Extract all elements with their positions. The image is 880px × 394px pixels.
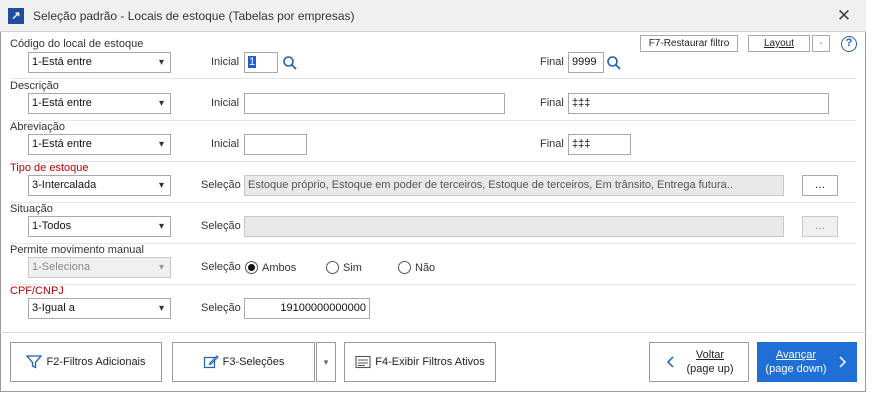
codigo-label: Código do local de estoque bbox=[10, 38, 144, 50]
radio-ambos-label: Ambos bbox=[262, 262, 297, 274]
tipo-estoque-selecao-label: Seleção bbox=[201, 179, 241, 191]
search-icon[interactable] bbox=[606, 55, 622, 71]
avancar-button[interactable]: Avançar (page down) bbox=[757, 342, 857, 382]
selecoes-label: F3-Seleções bbox=[222, 356, 285, 368]
separator bbox=[10, 202, 856, 203]
separator bbox=[10, 161, 856, 162]
radio-nao-label: Não bbox=[415, 262, 436, 274]
chevron-down-icon: ▾ bbox=[158, 180, 164, 191]
layout-label: Layout bbox=[763, 38, 795, 49]
chevron-down-icon: ▾ bbox=[158, 98, 164, 109]
abreviacao-final-label: Final bbox=[540, 138, 564, 150]
separator bbox=[10, 284, 856, 285]
cpf-cnpj-operator-value: 3-Igual a bbox=[32, 302, 75, 314]
tipo-estoque-label: Tipo de estoque bbox=[10, 162, 89, 174]
radio-nao[interactable] bbox=[398, 261, 411, 274]
abreviacao-operator-value: 1-Está entre bbox=[32, 138, 92, 150]
filtros-adicionais-button[interactable]: F2-Filtros Adicionais bbox=[10, 342, 162, 382]
situacao-operator-select[interactable]: 1-Todos ▾ bbox=[28, 216, 171, 237]
tipo-estoque-operator-value: 3-Intercalada bbox=[32, 179, 97, 191]
movimento-selecao-label: Seleção bbox=[201, 261, 241, 273]
chevron-down-icon: ▾ bbox=[158, 57, 164, 68]
chevron-right-icon bbox=[839, 356, 846, 368]
voltar-sublabel: (page up) bbox=[686, 363, 734, 375]
tipo-estoque-operator-select[interactable]: 3-Intercalada ▾ bbox=[28, 175, 171, 196]
help-icon[interactable]: ? bbox=[841, 36, 857, 52]
descricao-operator-value: 1-Está entre bbox=[32, 97, 92, 109]
restore-filter-button[interactable]: F7-Restaurar filtro bbox=[640, 35, 738, 52]
avancar-label: Avançar bbox=[775, 349, 817, 361]
layout-dropdown-button[interactable]: - bbox=[812, 35, 830, 52]
codigo-inicial-value: 1 bbox=[248, 56, 257, 68]
chevron-down-icon: ▾ bbox=[323, 356, 329, 367]
situacao-selecao-label: Seleção bbox=[201, 220, 241, 232]
footer-separator bbox=[0, 332, 866, 333]
codigo-final-input[interactable]: 9999 bbox=[568, 52, 604, 73]
voltar-label: Voltar bbox=[695, 349, 725, 361]
avancar-sublabel: (page down) bbox=[765, 363, 827, 375]
voltar-button[interactable]: Voltar (page up) bbox=[649, 342, 749, 382]
chevron-down-icon: ▾ bbox=[158, 303, 164, 314]
tipo-estoque-more-button[interactable]: ... bbox=[802, 175, 838, 196]
window-title: Seleção padrão - Locais de estoque (Tabe… bbox=[33, 9, 355, 23]
exibir-filtros-button[interactable]: F4-Exibir Filtros Ativos bbox=[344, 342, 496, 382]
chevron-down-icon: ▾ bbox=[158, 139, 164, 150]
cpf-cnpj-label: CPF/CNPJ bbox=[10, 285, 64, 297]
situacao-label: Situação bbox=[10, 203, 53, 215]
situacao-selecao-field bbox=[244, 216, 784, 237]
app-icon: ↗ bbox=[8, 8, 24, 24]
filter-icon bbox=[26, 355, 43, 369]
exibir-filtros-label: F4-Exibir Filtros Ativos bbox=[375, 356, 485, 368]
list-icon bbox=[355, 355, 371, 369]
codigo-final-label: Final bbox=[540, 56, 564, 68]
codigo-operator-value: 1-Está entre bbox=[32, 56, 92, 68]
descricao-operator-select[interactable]: 1-Está entre ▾ bbox=[28, 93, 171, 114]
situacao-operator-value: 1-Todos bbox=[32, 220, 72, 232]
tipo-estoque-selecao-field: Estoque próprio, Estoque em poder de ter… bbox=[244, 175, 784, 196]
radio-ambos[interactable] bbox=[245, 261, 258, 274]
cpf-cnpj-selecao-label: Seleção bbox=[201, 302, 241, 314]
chevron-down-icon: ▾ bbox=[158, 262, 164, 273]
movimento-label: Permite movimento manual bbox=[10, 244, 144, 256]
abreviacao-inicial-label: Inicial bbox=[211, 138, 240, 150]
separator bbox=[10, 78, 856, 79]
selecoes-dropdown-button[interactable]: ▾ bbox=[316, 342, 336, 382]
situacao-more-button: ... bbox=[802, 216, 838, 237]
descricao-inicial-label: Inicial bbox=[211, 97, 240, 109]
chevron-left-icon bbox=[667, 356, 674, 368]
radio-sim[interactable] bbox=[326, 261, 339, 274]
abreviacao-inicial-input[interactable] bbox=[244, 134, 307, 155]
codigo-inicial-input[interactable]: 1 bbox=[244, 52, 278, 73]
codigo-operator-select[interactable]: 1-Está entre ▾ bbox=[28, 52, 171, 73]
layout-button[interactable]: Layout bbox=[748, 35, 810, 52]
descricao-inicial-input[interactable] bbox=[244, 93, 505, 114]
codigo-inicial-label: Inicial bbox=[211, 56, 240, 68]
abreviacao-final-input[interactable]: ‡‡‡ bbox=[568, 134, 631, 155]
chevron-down-icon: ▾ bbox=[158, 221, 164, 232]
movimento-operator-select: 1-Seleciona ▾ bbox=[28, 257, 171, 278]
abreviacao-operator-select[interactable]: 1-Está entre ▾ bbox=[28, 134, 171, 155]
descricao-final-label: Final bbox=[540, 97, 564, 109]
cpf-cnpj-input[interactable]: 19100000000000 bbox=[244, 298, 370, 319]
edit-icon bbox=[203, 355, 219, 369]
descricao-final-input[interactable]: ‡‡‡ bbox=[568, 93, 829, 114]
radio-sim-label: Sim bbox=[343, 262, 362, 274]
descricao-label: Descrição bbox=[10, 80, 59, 92]
abreviacao-label: Abreviação bbox=[10, 121, 66, 133]
filtros-adicionais-label: F2-Filtros Adicionais bbox=[46, 356, 146, 368]
close-icon[interactable]: ✕ bbox=[836, 6, 852, 26]
selecoes-button[interactable]: F3-Seleções bbox=[172, 342, 315, 382]
movimento-operator-value: 1-Seleciona bbox=[32, 261, 91, 273]
search-icon[interactable] bbox=[282, 55, 298, 71]
cpf-cnpj-operator-select[interactable]: 3-Igual a ▾ bbox=[28, 298, 171, 319]
separator bbox=[10, 120, 856, 121]
